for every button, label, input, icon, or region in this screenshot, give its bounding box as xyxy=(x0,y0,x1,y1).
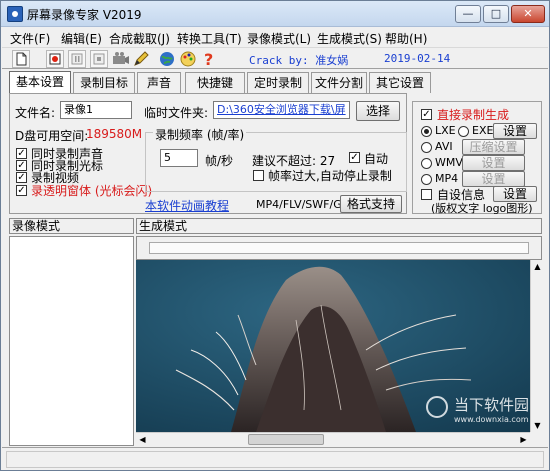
record-icon[interactable] xyxy=(46,50,64,68)
lxe-radio[interactable] xyxy=(421,126,432,137)
format-support-button[interactable]: 格式支持 xyxy=(340,195,402,213)
compression-settings-button[interactable]: 压缩设置 xyxy=(462,139,525,155)
close-button[interactable]: ✕ xyxy=(511,5,545,23)
toolbar: ? Crack by: 准女娲 2019-02-14 xyxy=(2,47,548,69)
video-preview: 当下软件园 www.downxia.com xyxy=(136,260,530,432)
tutorial-link[interactable]: 本软件动画教程 xyxy=(145,197,229,214)
tab-record-target[interactable]: 录制目标 xyxy=(73,72,135,93)
progress-track xyxy=(149,242,529,254)
avi-label: AVI xyxy=(435,140,453,153)
tempdir-label: 临时文件夹: xyxy=(144,106,209,120)
scroll-down-icon[interactable]: ▼ xyxy=(533,421,542,430)
basic-settings-panel: 文件名: 录像1 临时文件夹: D:\360安全浏览器下载\屏 选择 D盘可用空… xyxy=(9,93,407,214)
scroll-right-icon[interactable]: ▶ xyxy=(519,435,528,444)
menu-generate-mode[interactable]: 生成模式(S) xyxy=(317,30,382,47)
record-transparent-label: 录透明窗体 (光标会闪) xyxy=(31,184,153,198)
preview-horizontal-scrollbar[interactable]: ◀ ▶ xyxy=(136,432,530,446)
status-panel xyxy=(6,451,544,468)
menu-compose[interactable]: 合成截取(J) xyxy=(109,30,170,47)
fps-input[interactable]: 5 xyxy=(160,149,198,167)
preview-vertical-scrollbar[interactable]: ▲ ▼ xyxy=(530,260,544,432)
title-bar: 屏幕录像专家 V2019 — □ ✕ xyxy=(1,1,549,27)
pause-icon[interactable] xyxy=(68,50,86,68)
filename-input[interactable]: 录像1 xyxy=(60,101,132,119)
auto-fps-label: 自动 xyxy=(364,152,389,166)
exe-label: EXE xyxy=(472,124,494,137)
recording-list[interactable] xyxy=(9,236,134,446)
watermark: 当下软件园 www.downxia.com xyxy=(426,390,530,430)
filename-label: 文件名: xyxy=(15,106,56,120)
disk-space-value: 189580M xyxy=(86,127,143,141)
direct-record-label: 直接录制生成 xyxy=(437,108,510,122)
auto-fps-checkbox[interactable]: ✓ xyxy=(349,152,360,163)
tab-other[interactable]: 其它设置 xyxy=(369,72,431,93)
record-sound-checkbox[interactable]: ✓ xyxy=(16,148,27,159)
new-file-icon[interactable] xyxy=(12,50,30,68)
menu-convert[interactable]: 转换工具(T) xyxy=(177,30,242,47)
tempdir-input[interactable]: D:\360安全浏览器下载\屏 xyxy=(213,101,350,119)
tab-basic[interactable]: 基本设置 xyxy=(9,71,71,94)
record-cursor-checkbox[interactable]: ✓ xyxy=(16,160,27,171)
auto-stop-checkbox[interactable] xyxy=(253,170,264,181)
menu-bar: 文件(F) 编辑(E) 合成截取(J) 转换工具(T) 录像模式(L) 生成模式… xyxy=(2,28,548,47)
avi-radio[interactable] xyxy=(421,142,432,153)
stop-icon[interactable] xyxy=(90,50,108,68)
menu-edit[interactable]: 编辑(E) xyxy=(61,30,102,47)
choose-folder-button[interactable]: 选择 xyxy=(356,101,400,121)
wmv-radio[interactable] xyxy=(421,158,432,169)
watermark-text: 当下软件园 xyxy=(454,396,530,414)
scroll-up-icon[interactable]: ▲ xyxy=(533,262,542,271)
output-mode-panel: ✓ 直接录制生成 LXE EXE 设置 AVI 压缩设置 WMV 设置 MP4 … xyxy=(412,101,542,215)
lxe-label: LXE xyxy=(435,124,456,137)
watermark-logo-icon xyxy=(426,396,448,418)
custom-info-checkbox[interactable] xyxy=(421,189,432,200)
tab-sound[interactable]: 声音 xyxy=(137,72,181,93)
crack-info-text: Crack by: 准女娲 xyxy=(249,54,349,67)
preview-header xyxy=(136,236,542,260)
maximize-button[interactable]: □ xyxy=(483,5,509,23)
lxe-settings-button[interactable]: 设置 xyxy=(493,123,537,139)
window-title: 屏幕录像专家 V2019 xyxy=(27,8,142,22)
menu-help[interactable]: 帮助(H) xyxy=(385,30,427,47)
record-transparent-checkbox[interactable]: ✓ xyxy=(16,185,27,196)
disk-space-label: D盘可用空间: xyxy=(15,129,89,143)
exe-radio[interactable] xyxy=(458,126,469,137)
date-text: 2019-02-14 xyxy=(384,52,451,65)
app-icon xyxy=(7,6,23,22)
watermark-url: www.downxia.com xyxy=(454,415,529,424)
direct-record-checkbox[interactable]: ✓ xyxy=(421,109,432,120)
mp4-radio[interactable] xyxy=(421,174,432,185)
camera-icon[interactable] xyxy=(112,50,130,68)
record-mode-pane-title[interactable]: 录像模式 xyxy=(9,218,134,234)
help-icon[interactable]: ? xyxy=(200,50,218,69)
tab-file-split[interactable]: 文件分割 xyxy=(311,72,367,93)
mp4-settings-button[interactable]: 设置 xyxy=(462,171,525,187)
auto-stop-label: 帧率过大,自动停止录制 xyxy=(268,169,392,183)
frame-rate-group-title: 录制频率 (帧/率) xyxy=(153,126,247,143)
wmv-label: WMV xyxy=(435,156,463,169)
palette-icon[interactable] xyxy=(179,50,197,68)
menu-record-mode[interactable]: 录像模式(L) xyxy=(247,30,311,47)
status-bar xyxy=(2,447,548,470)
pen-icon[interactable] xyxy=(132,50,150,68)
main-window: 屏幕录像专家 V2019 — □ ✕ 文件(F) 编辑(E) 合成截取(J) 转… xyxy=(0,0,550,471)
minimize-button[interactable]: — xyxy=(455,5,481,23)
tab-scheduled[interactable]: 定时录制 xyxy=(247,72,309,93)
globe-icon[interactable] xyxy=(158,50,176,68)
svg-text:?: ? xyxy=(204,50,213,68)
tab-hotkeys[interactable]: 快捷键 xyxy=(185,72,245,93)
scroll-left-icon[interactable]: ◀ xyxy=(138,435,147,444)
scroll-thumb[interactable] xyxy=(248,434,324,445)
wmv-settings-button[interactable]: 设置 xyxy=(462,155,525,171)
generate-mode-pane-title[interactable]: 生成模式 xyxy=(136,218,542,234)
copyright-label: (版权文字 logo图形) xyxy=(431,202,533,215)
format-list-label: MP4/FLV/SWF/GIF xyxy=(256,198,352,211)
mp4-label: MP4 xyxy=(435,172,459,185)
menu-file[interactable]: 文件(F) xyxy=(10,30,50,47)
fps-unit-label: 帧/秒 xyxy=(205,154,234,168)
record-video-checkbox[interactable]: ✓ xyxy=(16,172,27,183)
